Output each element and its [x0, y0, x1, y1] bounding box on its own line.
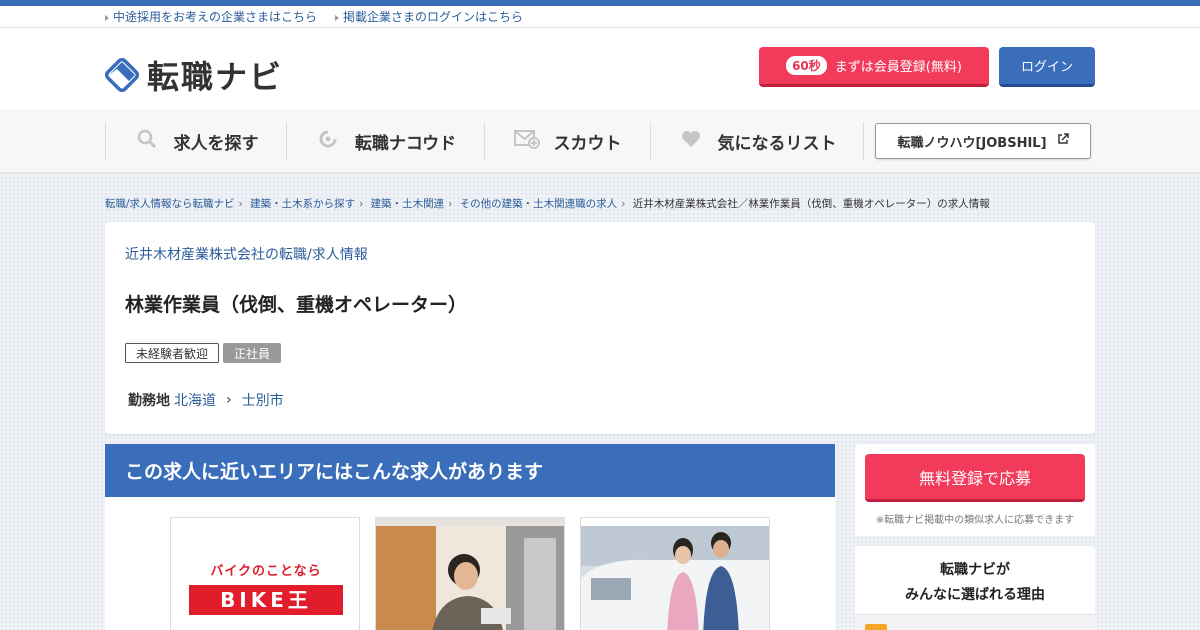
- work-location: 勤務地 北海道 › 士別市: [128, 390, 284, 410]
- bike-o-logo: バイクのことなら BIKE王: [189, 560, 343, 615]
- register-label: まずは会員登録(無料): [834, 60, 962, 75]
- apply-note: ※転職ナビ掲載中の類似求人に応募できます: [875, 515, 1075, 526]
- chevron-right-icon: ›: [448, 198, 453, 210]
- nav-item-favorites[interactable]: 気になるリスト: [650, 122, 864, 160]
- nav-item-search-jobs[interactable]: 求人を探す: [105, 122, 286, 160]
- global-nav: 求人を探す 転職ナコウド スカウト 気になるリスト 転職ノウハウ[JOBSHIL…: [0, 109, 1200, 173]
- heart-icon: [678, 130, 704, 153]
- register-button[interactable]: 60秒 まずは会員登録(無料): [759, 47, 989, 87]
- breadcrumb-item[interactable]: 建築・土木関連: [371, 198, 445, 210]
- register-time-badge: 60秒: [786, 56, 827, 75]
- tag-employment-type: 正社員: [223, 343, 282, 363]
- nav-item-scout[interactable]: スカウト: [484, 122, 650, 160]
- reasons-title: 転職ナビが みんなに選ばれる理由: [905, 562, 1045, 603]
- top-links: 中途採用をお考えの企業さまはこちら 掲載企業さまのログインはこちら: [0, 6, 1200, 28]
- login-button[interactable]: ログイン: [999, 47, 1095, 87]
- chevron-right-icon: ›: [621, 198, 626, 210]
- logo-mark-icon: [104, 57, 140, 93]
- chevron-right-icon: ›: [238, 198, 243, 210]
- reasons-panel: 転職ナビが みんなに選ばれる理由: [855, 546, 1095, 630]
- advertiser-login-link[interactable]: 掲載企業さまのログインはこちら: [335, 8, 523, 25]
- site-logo[interactable]: 転職ナビ: [104, 52, 284, 98]
- breadcrumb-item[interactable]: その他の建築・土木関連職の求人: [460, 198, 618, 210]
- location-label: 勤務地: [128, 393, 170, 409]
- breadcrumb-current: 近井木材産業株式会社／林業作業員（伐倒、重機オペレーター）の求人情報: [632, 198, 990, 210]
- nearby-job-card[interactable]: [580, 517, 770, 630]
- nearby-job-card[interactable]: バイクのことなら BIKE王: [170, 517, 360, 630]
- breadcrumb-item[interactable]: 転職/求人情報なら転職ナビ: [105, 198, 235, 210]
- delivery-staff-photo: [581, 526, 769, 630]
- nearby-jobs-heading: この求人に近いエリアにはこんな求人があります: [105, 444, 835, 497]
- search-icon: [134, 129, 160, 154]
- breadcrumb-item[interactable]: 建築・土木系から探す: [250, 198, 355, 210]
- city-link[interactable]: 士別市: [242, 390, 284, 410]
- jobshil-button[interactable]: 転職ノウハウ[JOBSHIL]: [875, 123, 1091, 159]
- nakoudo-icon: [315, 129, 341, 154]
- company-link[interactable]: 近井木材産業株式会社の転職/求人情報: [125, 244, 368, 264]
- breadcrumb: 転職/求人情報なら転職ナビ › 建築・土木系から探す › 建築・土木関連 › その他の…: [105, 196, 990, 211]
- tag-inexperienced-welcome: 未経験者歓迎: [125, 343, 220, 363]
- recruiter-link[interactable]: 中途採用をお考えの企業さまはこちら: [105, 8, 317, 25]
- job-title: 林業作業員（伐倒、重機オペレーター）: [125, 294, 468, 316]
- external-link-icon: [1057, 133, 1069, 149]
- apply-button[interactable]: 無料登録で応募: [865, 454, 1085, 502]
- reason-number-badge: [865, 624, 887, 630]
- logo-text: 転職ナビ: [147, 58, 284, 96]
- mail-icon: [513, 129, 540, 154]
- prefecture-link[interactable]: 北海道: [174, 390, 216, 410]
- reasons-divider: [855, 614, 1095, 630]
- job-summary-card: 近井木材産業株式会社の転職/求人情報 林業作業員（伐倒、重機オペレーター） 未経…: [105, 222, 1095, 434]
- nav-item-nakoudo[interactable]: 転職ナコウド: [286, 122, 484, 160]
- site-header: 転職ナビ 60秒 まずは会員登録(無料) ログイン: [0, 28, 1200, 109]
- apply-panel: 無料登録で応募 ※転職ナビ掲載中の類似求人に応募できます: [855, 444, 1095, 536]
- chevron-right-icon: ›: [359, 198, 364, 210]
- office-worker-photo: [376, 526, 564, 630]
- chevron-right-icon: ›: [226, 392, 232, 408]
- nearby-job-card[interactable]: [375, 517, 565, 630]
- nearby-jobs-section: この求人に近いエリアにはこんな求人があります バイクのことなら BIKE王: [105, 444, 835, 630]
